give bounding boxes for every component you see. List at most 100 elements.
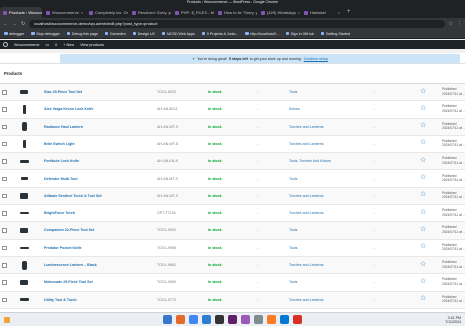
new-tab-icon[interactable]: + <box>344 7 354 18</box>
product-category-link[interactable]: Tools <box>289 280 297 284</box>
product-category-link[interactable]: Tools <box>289 228 297 232</box>
product-thumbnail[interactable] <box>19 277 29 287</box>
weather-icon[interactable] <box>4 317 10 323</box>
row-checkbox[interactable] <box>2 228 7 233</box>
bookmark-item[interactable]: 5 Projects A Junio... <box>201 32 238 36</box>
product-category-link[interactable]: Torches and Lanterns <box>289 142 324 146</box>
bookmark-item[interactable]: debugger <box>4 32 24 36</box>
browser-tab[interactable]: How to fix "Sorry, yo...× <box>215 7 257 18</box>
tab-close-icon[interactable]: × <box>81 7 83 18</box>
featured-star-icon[interactable]: ☆ <box>420 139 426 146</box>
continue-setup-link[interactable]: Continue setup <box>304 57 328 61</box>
comments-icon[interactable]: ▭ <box>45 42 49 47</box>
product-thumbnail[interactable] <box>19 191 29 201</box>
product-category-link[interactable]: Torches and Lanterns <box>289 125 324 129</box>
product-name-link[interactable]: Altitude Sentinel Torch & Tool Set <box>44 194 102 198</box>
featured-star-icon[interactable]: ☆ <box>420 243 426 250</box>
reload-icon[interactable]: ↻ <box>21 21 25 27</box>
browser-tab[interactable]: PHP: $_FILES - Man...× <box>172 7 214 18</box>
store-icon[interactable] <box>280 315 289 324</box>
row-checkbox[interactable] <box>2 141 7 147</box>
settings-icon[interactable] <box>254 315 263 324</box>
product-name-link[interactable]: Alex Varga Kroon Lock Knife <box>44 107 93 111</box>
featured-star-icon[interactable]: ☆ <box>420 88 426 95</box>
firefox-icon[interactable] <box>176 315 185 324</box>
xampp-icon[interactable] <box>267 315 276 324</box>
bookmark-item[interactable]: Debug this page <box>66 32 98 36</box>
featured-star-icon[interactable]: ☆ <box>420 174 426 181</box>
photos-icon[interactable] <box>241 315 250 324</box>
product-thumbnail[interactable] <box>19 174 29 184</box>
admin-bar-site[interactable]: Woocommerce <box>14 43 39 47</box>
admin-bar-new[interactable]: + New <box>63 43 74 47</box>
url-input[interactable]: localhost/woocommerce-demo/wp-admin/edit… <box>29 19 445 28</box>
product-category-link[interactable]: Tools <box>289 177 297 181</box>
bookmark-item[interactable]: Sign in GitHub <box>285 32 314 36</box>
bookmark-star-icon[interactable]: ☆ <box>449 21 453 27</box>
product-category-link[interactable]: Tools <box>289 90 297 94</box>
files-icon[interactable] <box>163 315 172 324</box>
product-thumbnail[interactable] <box>19 295 29 305</box>
tab-close-icon[interactable]: × <box>338 7 340 18</box>
forward-icon[interactable]: → <box>12 21 17 27</box>
bookmark-item[interactable]: Stop debugger <box>31 32 60 36</box>
featured-star-icon[interactable]: ☆ <box>420 105 426 112</box>
product-thumbnail[interactable] <box>19 122 29 132</box>
product-category-link[interactable]: Tools, Torches And Knives <box>289 159 331 163</box>
product-name-link[interactable]: Luminescence Lantern – Black <box>44 263 97 267</box>
row-checkbox[interactable] <box>2 211 7 216</box>
featured-star-icon[interactable]: ☆ <box>420 209 426 216</box>
product-thumbnail[interactable] <box>19 156 29 166</box>
bookmark-item[interactable]: http://localhost/f... <box>245 32 279 36</box>
row-checkbox[interactable] <box>2 124 7 130</box>
terminal-icon[interactable] <box>215 315 224 324</box>
bookmark-item[interactable]: Gameden <box>104 32 126 36</box>
bookmark-item[interactable]: Getting Started <box>320 32 350 36</box>
product-name-link[interactable]: Motorcade 29-Piece Tool Set <box>44 280 93 284</box>
row-checkbox[interactable] <box>2 297 7 303</box>
row-checkbox[interactable] <box>2 159 7 164</box>
product-name-link[interactable]: BrightForce Torch <box>44 211 75 215</box>
browser-tab[interactable]: (429) WhatsApp × <box>258 7 300 18</box>
product-thumbnail[interactable] <box>19 104 29 114</box>
mail-icon[interactable] <box>293 315 302 324</box>
product-name-link[interactable]: Stac 25-Piece Tool Set <box>44 90 82 94</box>
row-checkbox[interactable] <box>2 176 7 181</box>
browser-tab[interactable]: Hairlabel × <box>301 7 343 18</box>
featured-star-icon[interactable]: ☆ <box>420 295 426 302</box>
admin-bar-comments[interactable]: 0 <box>55 43 57 47</box>
product-name-link[interactable]: Brite Switch Light <box>44 142 75 146</box>
wordpress-logo-icon[interactable] <box>3 42 8 47</box>
featured-star-icon[interactable]: ☆ <box>420 278 426 285</box>
featured-star-icon[interactable]: ☆ <box>420 226 426 233</box>
bookmark-item[interactable]: Design UX <box>132 32 155 36</box>
featured-star-icon[interactable]: ☆ <box>420 122 426 129</box>
product-category-link[interactable]: Knives <box>289 107 300 111</box>
product-category-link[interactable]: Torches and Lanterns <box>289 211 324 215</box>
product-thumbnail[interactable] <box>19 225 29 235</box>
vscode-icon[interactable] <box>202 315 211 324</box>
browser-tab[interactable]: Woocommerce × <box>43 7 85 18</box>
back-icon[interactable]: ← <box>3 21 8 27</box>
chrome-icon[interactable] <box>189 315 198 324</box>
system-clock[interactable]: 3:31 PM 7/11/2024 <box>445 316 461 324</box>
product-thumbnail[interactable] <box>19 208 29 218</box>
product-name-link[interactable]: Fortitude Lock Knife <box>44 159 79 163</box>
row-checkbox[interactable] <box>2 280 7 285</box>
product-thumbnail[interactable] <box>19 87 29 97</box>
browser-tab[interactable]: Products ‹ Woocom...× <box>0 7 42 18</box>
product-name-link[interactable]: Defender Multi-Tool <box>44 177 77 181</box>
slack-icon[interactable] <box>228 315 237 324</box>
bookmark-item[interactable]: MCSD Web Apps <box>161 32 195 36</box>
product-name-link[interactable]: Companion 22-Piece Tool Set <box>44 228 94 232</box>
menu-icon[interactable]: ⋮ <box>457 21 462 27</box>
product-name-link[interactable]: Utility Tool & Torch <box>44 298 77 302</box>
tab-close-icon[interactable]: × <box>298 7 300 18</box>
row-checkbox[interactable] <box>2 90 7 95</box>
admin-bar-view-products[interactable]: View products <box>80 43 104 47</box>
product-thumbnail[interactable] <box>19 139 29 149</box>
row-checkbox[interactable] <box>2 193 7 199</box>
product-category-link[interactable]: Torches and Lanterns <box>289 298 324 302</box>
browser-tab[interactable]: Resolved: Sorry, yo...× <box>129 7 171 18</box>
product-category-link[interactable]: Torches and Lanterns <box>289 263 324 267</box>
